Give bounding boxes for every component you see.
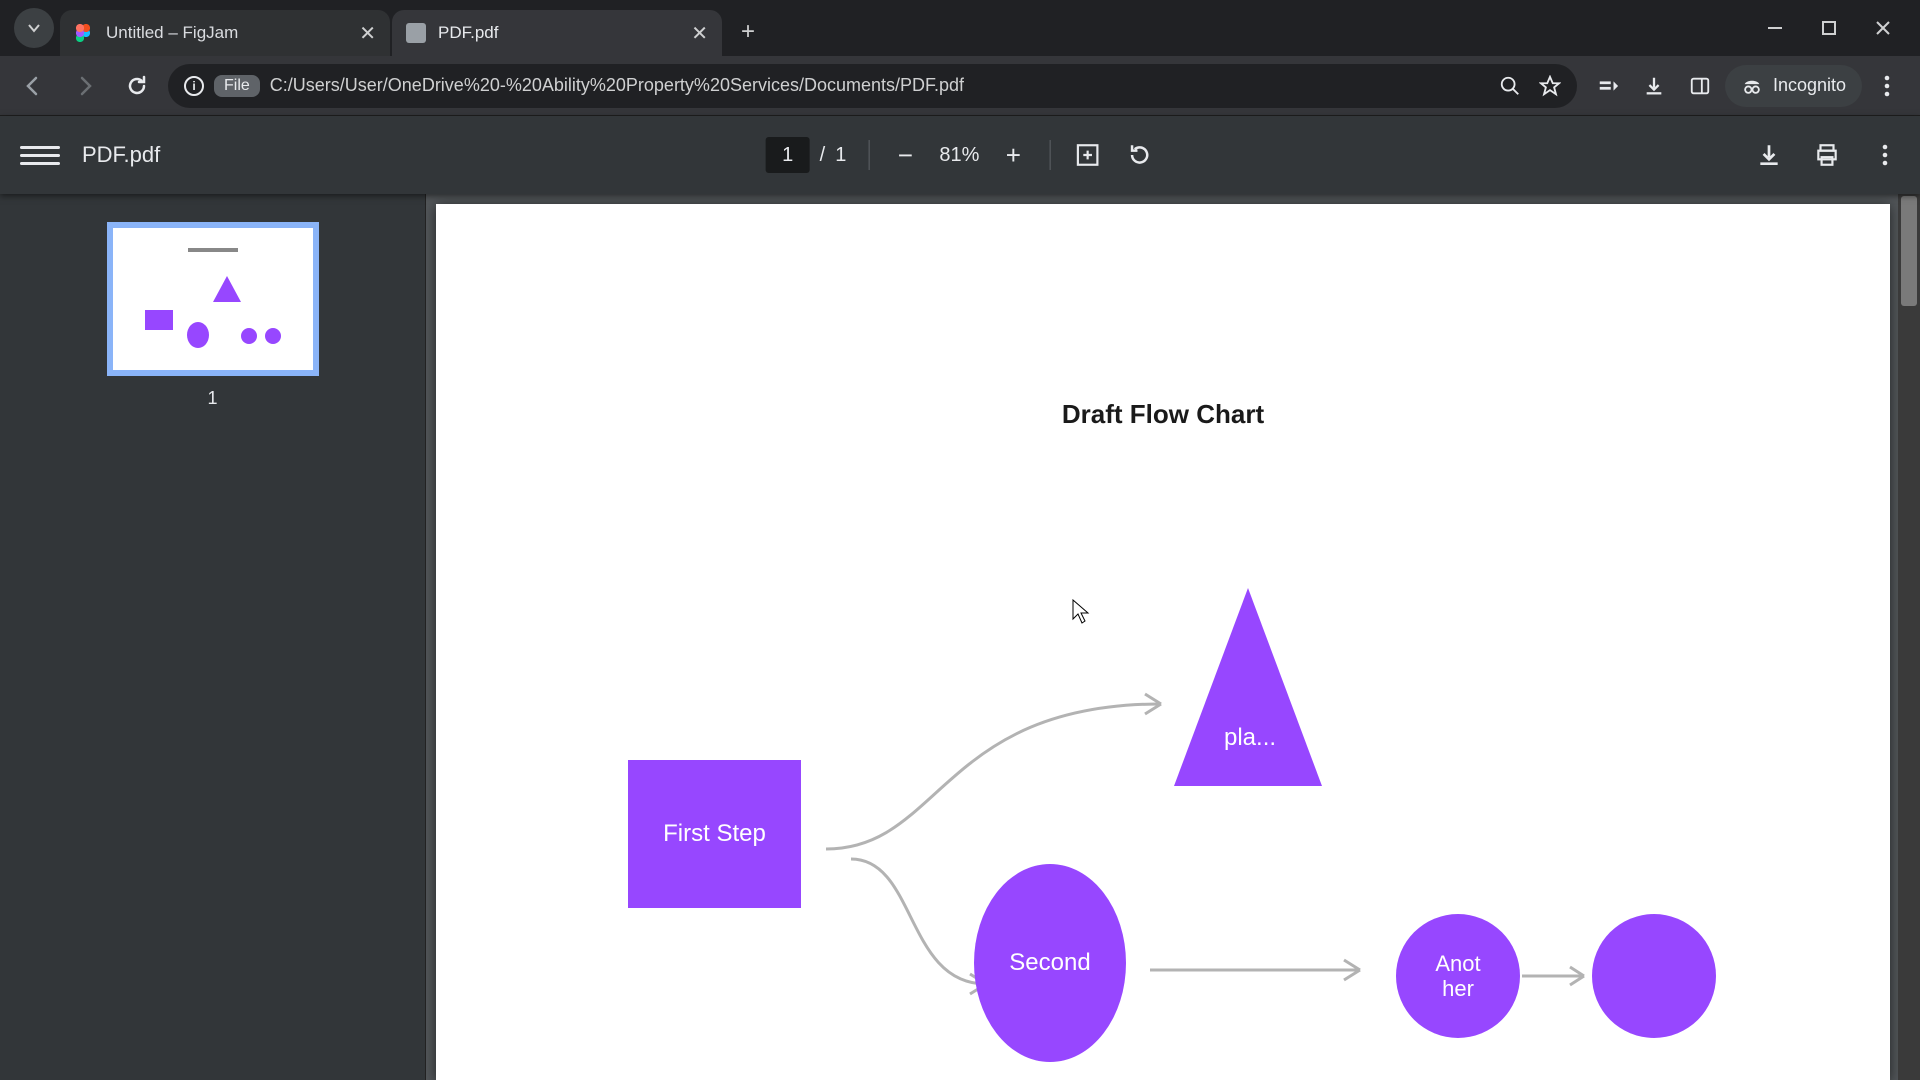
- pdf-menu-icon[interactable]: [1870, 140, 1900, 170]
- url-text: C:/Users/User/OneDrive%20-%20Ability%20P…: [270, 75, 964, 96]
- close-icon[interactable]: ✕: [691, 21, 708, 46]
- window-close-icon[interactable]: [1872, 17, 1894, 39]
- file-icon: [406, 23, 426, 43]
- scrollbar-handle[interactable]: [1901, 196, 1917, 306]
- thumbnail-number: 1: [207, 388, 217, 409]
- shape-label: First Step: [663, 820, 766, 848]
- shape-label: Second: [1009, 949, 1090, 977]
- flow-arrow: [821, 674, 1191, 854]
- pdf-filename: PDF.pdf: [82, 142, 160, 168]
- page-indicator: / 1: [766, 137, 847, 173]
- close-icon[interactable]: ✕: [359, 21, 376, 46]
- document-title: Draft Flow Chart: [1062, 399, 1264, 430]
- separator: [868, 140, 869, 170]
- forward-button[interactable]: [64, 65, 106, 107]
- separator: [1049, 140, 1050, 170]
- zoom-value: 81%: [939, 144, 979, 167]
- zoom-indicator-icon[interactable]: [1499, 75, 1521, 97]
- tab-title: Untitled – FigJam: [106, 23, 347, 43]
- download-button[interactable]: [1754, 140, 1784, 170]
- mouse-cursor-icon: [1072, 599, 1090, 625]
- shape-label: pla...: [1224, 724, 1276, 752]
- figma-icon: [74, 23, 94, 43]
- shape-label: Another: [1435, 951, 1480, 1002]
- downloads-icon[interactable]: [1633, 65, 1675, 107]
- flow-arrow: [1522, 964, 1602, 988]
- flow-node-second: Second: [974, 864, 1126, 1062]
- flow-node-first-step: First Step: [628, 760, 801, 908]
- pdf-page: Draft Flow Chart First Step pla... Sec: [436, 204, 1890, 1080]
- reload-button[interactable]: [116, 65, 158, 107]
- incognito-icon: [1741, 75, 1763, 97]
- window-maximize-icon[interactable]: [1818, 17, 1840, 39]
- file-chip: File: [214, 75, 260, 97]
- side-panel-icon[interactable]: [1679, 65, 1721, 107]
- media-control-icon[interactable]: [1587, 65, 1629, 107]
- chrome-menu-icon[interactable]: [1866, 65, 1908, 107]
- bookmark-icon[interactable]: [1539, 75, 1561, 97]
- rotate-button[interactable]: [1124, 140, 1154, 170]
- flow-node-circle-blank: [1592, 914, 1716, 1038]
- site-info-icon[interactable]: i: [184, 76, 204, 96]
- back-button[interactable]: [12, 65, 54, 107]
- pdf-toolbar: PDF.pdf / 1 − 81% +: [0, 116, 1920, 194]
- flow-arrow: [1150, 958, 1380, 982]
- tab-strip: Untitled – FigJam ✕ PDF.pdf ✕ +: [0, 0, 1920, 56]
- tab-search-button[interactable]: [14, 8, 54, 48]
- page-total: 1: [835, 144, 846, 167]
- browser-toolbar: i File C:/Users/User/OneDrive%20-%20Abil…: [0, 56, 1920, 116]
- tab-figjam[interactable]: Untitled – FigJam ✕: [60, 10, 390, 56]
- zoom-out-button[interactable]: −: [891, 140, 919, 171]
- page-viewport[interactable]: Draft Flow Chart First Step pla... Sec: [426, 194, 1920, 1080]
- tab-title: PDF.pdf: [438, 23, 679, 43]
- fit-page-button[interactable]: [1072, 140, 1102, 170]
- page-number-input[interactable]: [766, 137, 810, 173]
- print-button[interactable]: [1812, 140, 1842, 170]
- zoom-in-button[interactable]: +: [999, 140, 1027, 171]
- address-bar[interactable]: i File C:/Users/User/OneDrive%20-%20Abil…: [168, 64, 1577, 108]
- page-separator: /: [820, 144, 826, 167]
- flow-node-another: Another: [1396, 914, 1520, 1038]
- tab-pdf[interactable]: PDF.pdf ✕: [392, 10, 722, 56]
- sidebar-toggle-button[interactable]: [20, 135, 60, 175]
- pdf-viewer-body: 1 Draft Flow Chart First Step: [0, 194, 1920, 1080]
- vertical-scrollbar[interactable]: [1898, 194, 1920, 1080]
- incognito-badge[interactable]: Incognito: [1725, 65, 1862, 107]
- flow-node-triangle: [1174, 588, 1322, 786]
- window-minimize-icon[interactable]: [1764, 17, 1786, 39]
- new-tab-button[interactable]: +: [730, 14, 766, 50]
- page-thumbnail-1[interactable]: [107, 222, 319, 376]
- thumbnail-sidebar: 1: [0, 194, 426, 1080]
- incognito-label: Incognito: [1773, 75, 1846, 96]
